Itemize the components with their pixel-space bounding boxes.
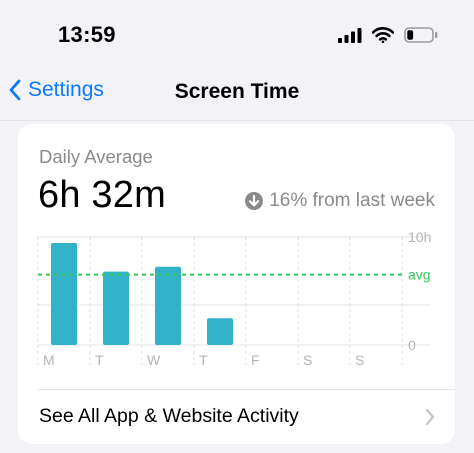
- y-tick-label: 0: [408, 337, 416, 353]
- x-tick-label: F: [251, 352, 260, 368]
- status-bar: 13:59: [0, 0, 474, 70]
- cellular-signal-icon: [338, 28, 362, 43]
- battery-level-fill: [407, 30, 414, 40]
- x-tick-label: T: [95, 352, 104, 368]
- average-label: avg: [408, 267, 431, 283]
- status-time: 13:59: [58, 22, 116, 47]
- status-icons: [338, 24, 438, 46]
- x-tick-label: S: [355, 352, 364, 368]
- battery-icon: [404, 27, 438, 43]
- daily-average-card: Daily Average 6h 32m 16% from last week …: [18, 124, 455, 444]
- x-tick-label: W: [147, 352, 161, 368]
- page-title: Screen Time: [174, 80, 300, 103]
- bar-1: [51, 242, 77, 345]
- bar-2: [103, 271, 129, 345]
- usage-bar-chart: avg 10h 0 M T W T F S S: [37, 229, 431, 368]
- see-all-activity-label: See All App & Website Activity: [39, 405, 299, 427]
- wifi-icon: [372, 27, 394, 43]
- x-tick-label: S: [303, 352, 312, 368]
- x-tick-label: M: [43, 352, 55, 368]
- y-tick-label: 10h: [408, 229, 431, 245]
- x-tick-label: T: [199, 352, 208, 368]
- nav-divider: [0, 120, 474, 121]
- bar-4: [207, 318, 233, 345]
- bar-3: [155, 266, 181, 345]
- navigation-bar: Settings Screen Time: [0, 70, 474, 120]
- chevron-right-icon: [425, 408, 435, 426]
- see-all-activity-row[interactable]: See All App & Website Activity: [18, 390, 455, 444]
